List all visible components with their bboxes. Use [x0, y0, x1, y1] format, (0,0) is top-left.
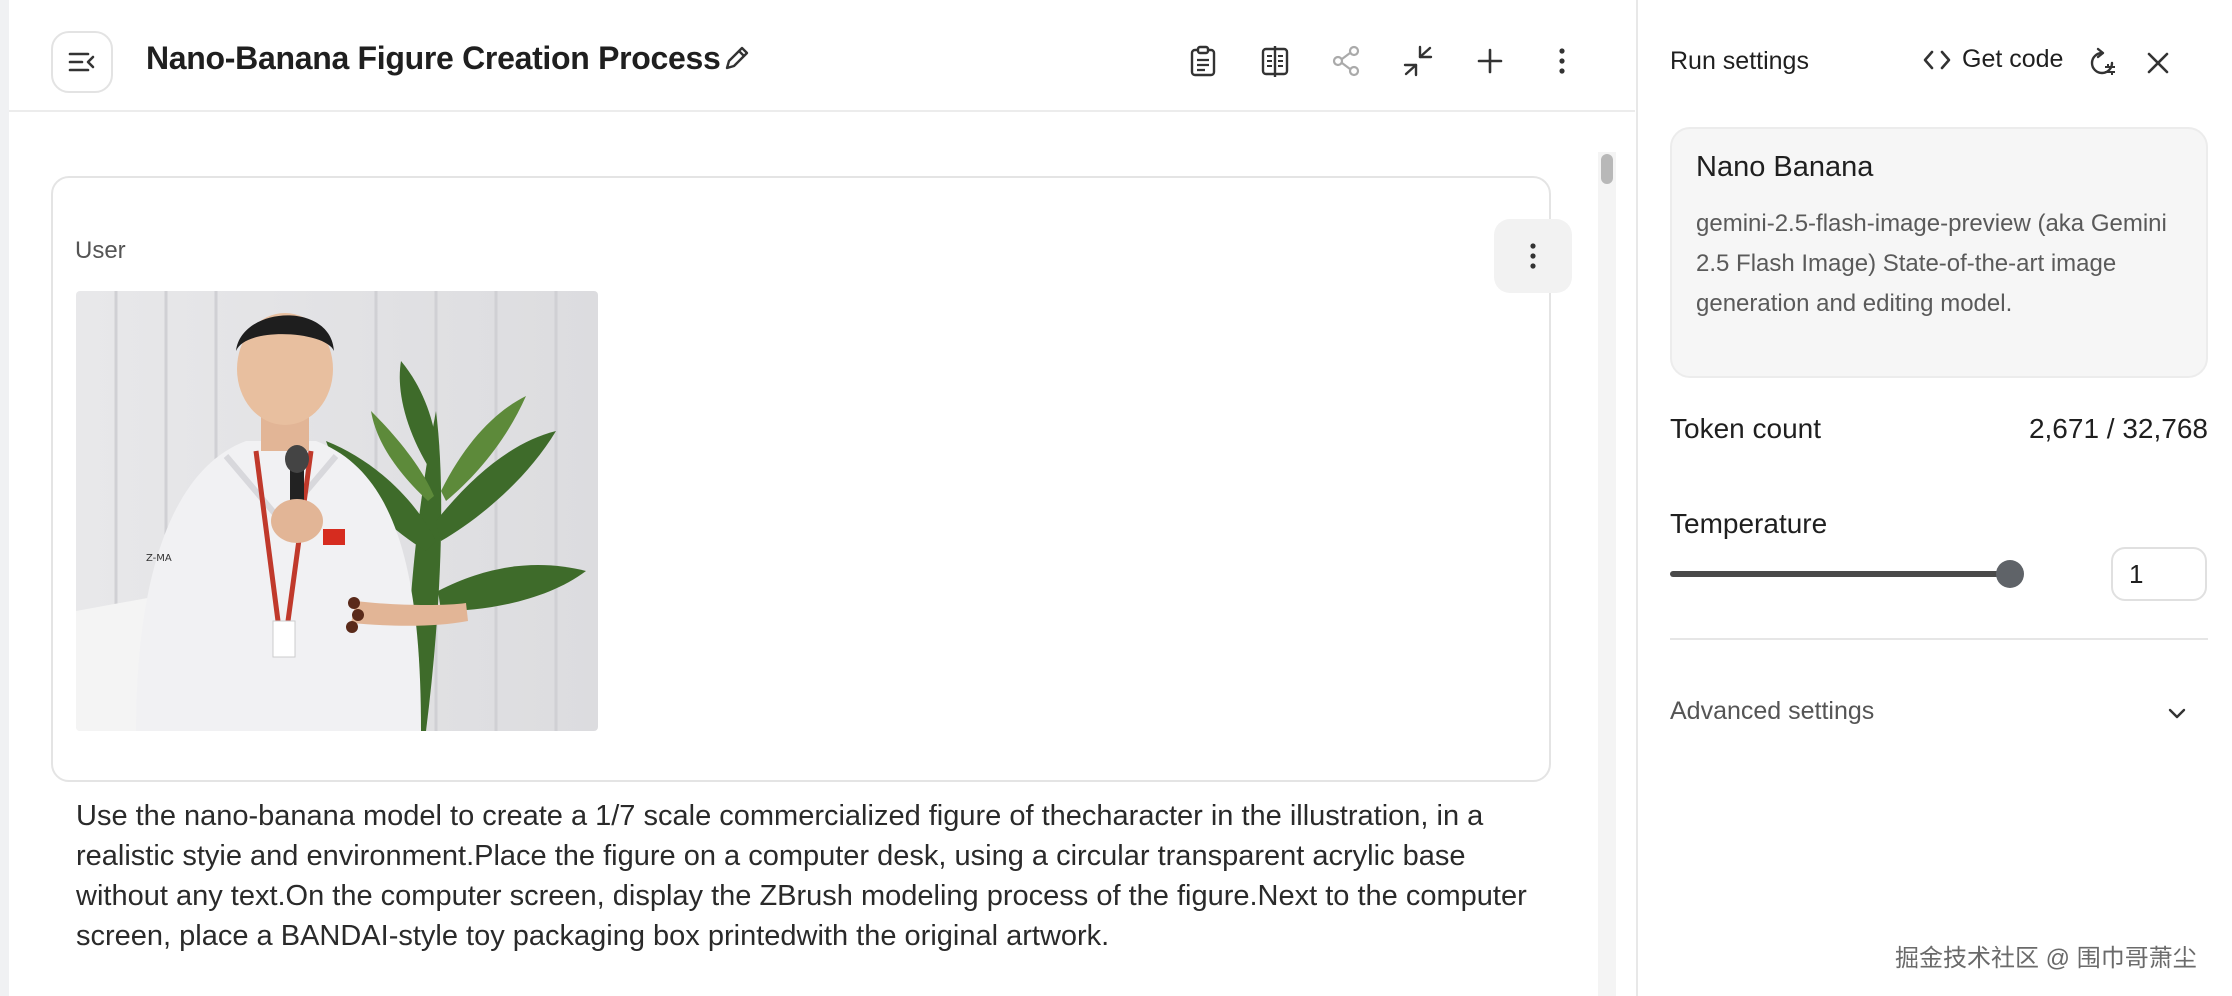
compare-icon: [1261, 46, 1289, 77]
more-vertical-icon: [1530, 243, 1536, 269]
sidebar-toggle-button[interactable]: [51, 31, 113, 93]
scrollbar[interactable]: [1598, 152, 1616, 996]
edit-pencil-icon: [725, 46, 749, 70]
compare-button[interactable]: [1258, 44, 1292, 78]
collapse-icon: [1403, 45, 1433, 77]
more-vertical-icon: [1559, 48, 1565, 74]
close-panel-button[interactable]: [2141, 46, 2175, 80]
reset-settings-icon: [2090, 47, 2115, 75]
close-icon: [2147, 52, 2169, 74]
temperature-input[interactable]: 1: [2111, 547, 2207, 601]
clipboard-icon: [1190, 45, 1216, 77]
share-icon: [1332, 45, 1360, 77]
chat-area: User Z-MA Use the nano-banana model to c…: [9, 112, 1635, 996]
share-button[interactable]: [1329, 44, 1363, 78]
attached-photo[interactable]: Z-MA: [76, 291, 598, 731]
message-more-button[interactable]: [1494, 219, 1572, 293]
advanced-settings-label[interactable]: Advanced settings: [1670, 697, 1874, 726]
chat-header: Nano-Banana Figure Creation Process: [9, 0, 1635, 112]
temperature-slider-thumb[interactable]: [1996, 560, 2024, 588]
reset-settings-button[interactable]: [2085, 46, 2119, 80]
model-name: Nano Banana: [1696, 151, 1874, 183]
clipboard-button[interactable]: [1186, 44, 1220, 78]
advanced-settings-toggle[interactable]: [2162, 699, 2192, 729]
message-text: Use the nano-banana model to create a 1/…: [76, 800, 1527, 952]
panel-title: Run settings: [1670, 47, 1809, 75]
model-selector-card[interactable]: Nano Banana gemini-2.5-flash-image-previ…: [1670, 127, 2208, 378]
get-code-label: Get code: [1962, 45, 2064, 73]
code-brackets-icon: [1923, 50, 1951, 69]
left-edge-strip: [0, 0, 9, 996]
temperature-slider-track[interactable]: [1670, 571, 2010, 577]
sidebar-toggle-icon: [68, 52, 95, 72]
chat-title: Nano-Banana Figure Creation Process: [146, 40, 721, 76]
token-count-label: Token count: [1670, 413, 1821, 444]
add-icon: [1477, 48, 1503, 74]
model-description: gemini-2.5-flash-image-preview (aka Gemi…: [1696, 210, 2167, 317]
temperature-label: Temperature: [1670, 508, 1828, 539]
watermark: 掘金技术社区 @ 围巾哥萧尘: [1895, 945, 2197, 972]
add-button[interactable]: [1473, 44, 1507, 78]
token-count-value: 2,671 / 32,768: [2028, 413, 2208, 444]
scrollbar-thumb[interactable]: [1601, 154, 1613, 184]
chevron-down-icon: [2168, 708, 2186, 719]
get-code-button[interactable]: Get code: [1922, 45, 2063, 74]
message-role-label: User: [75, 237, 126, 264]
edit-title-button[interactable]: [721, 42, 753, 74]
run-settings-panel: Run settings Get code Nano Banana gemini…: [1636, 0, 2232, 996]
divider: [1670, 638, 2208, 640]
svg-text:Z-MA: Z-MA: [146, 553, 172, 564]
more-options-button[interactable]: [1545, 44, 1579, 78]
collapse-button[interactable]: [1401, 44, 1435, 78]
